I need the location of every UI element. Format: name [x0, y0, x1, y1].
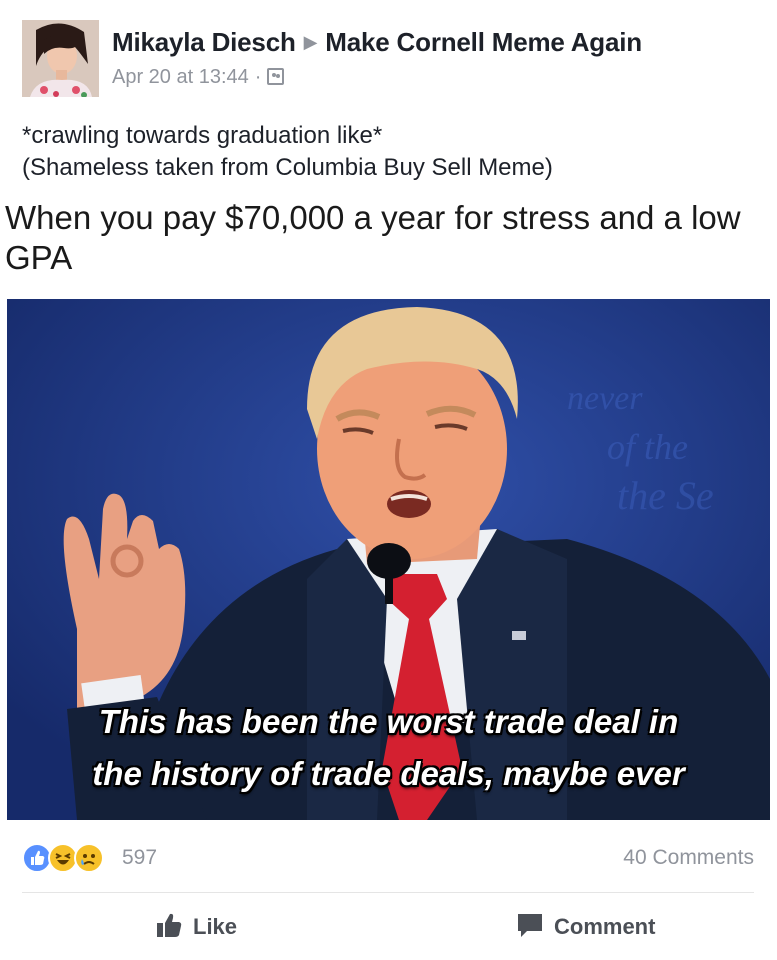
svg-text:of the: of the	[607, 427, 688, 467]
meme-photo: never of the the Se This has been the wo…	[7, 299, 770, 820]
post-header: Mikayla Diesch ▶ Make Cornell Meme Again A…	[22, 20, 762, 100]
meme-subtitle-line-2: the history of trade deals, maybe ever	[92, 755, 685, 792]
post-caption: *crawling towards graduation like* (Sham…	[22, 120, 762, 184]
action-divider	[22, 892, 754, 893]
shared-to-arrow-icon: ▶	[303, 32, 318, 52]
comment-button-label: Comment	[554, 914, 656, 939]
svg-text:the Se: the Se	[617, 473, 714, 518]
svg-text:never: never	[567, 380, 643, 417]
author-name-link[interactable]: Mikayla Diesch	[112, 27, 296, 57]
meta-separator: ·	[254, 66, 262, 88]
post-timestamp[interactable]: Apr 20 at 13:44	[112, 66, 249, 88]
post-actions: Like Comment	[0, 905, 777, 953]
group-audience-icon	[267, 68, 285, 85]
comment-button[interactable]: Comment	[516, 911, 655, 945]
group-name-link[interactable]: Make Cornell Meme Again	[325, 27, 642, 57]
meme-top-text: When you pay $70,000 a year for stress a…	[5, 199, 741, 276]
comment-bubble-icon	[516, 911, 544, 945]
meme-image[interactable]: When you pay $70,000 a year for stress a…	[0, 196, 777, 828]
post-meta: Apr 20 at 13:44 ·	[112, 66, 285, 89]
comments-count-link[interactable]: 40 Comments	[623, 846, 754, 870]
meme-subtitle-line-1: This has been the worst trade deal in	[98, 703, 679, 740]
sad-reaction-icon[interactable]	[74, 843, 104, 873]
caption-line-1: *crawling towards graduation like*	[22, 122, 383, 149]
reactions-bar: 597 40 Comments	[22, 840, 754, 876]
caption-line-2: (Shameless taken from Columbia Buy Sell …	[22, 154, 553, 181]
reaction-count[interactable]: 597	[122, 846, 157, 870]
like-button[interactable]: Like	[155, 911, 237, 945]
post-title-line: Mikayla Diesch ▶ Make Cornell Meme Again	[112, 27, 642, 58]
like-button-label: Like	[193, 914, 238, 939]
thumbs-up-icon	[155, 911, 183, 945]
author-avatar[interactable]	[22, 20, 99, 97]
